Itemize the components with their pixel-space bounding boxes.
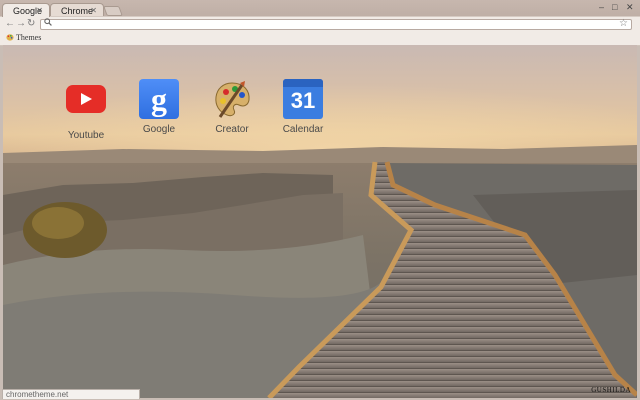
bookmarks-bar: Themes [0, 32, 640, 46]
omnibox[interactable]: ☆ [40, 18, 632, 30]
search-icon [44, 18, 52, 28]
bookmark-label: Themes [16, 33, 42, 42]
minimize-button[interactable]: – [599, 2, 604, 12]
palette-icon [212, 79, 252, 119]
tab-label: Chrome [61, 6, 94, 16]
maximize-button[interactable]: □ [612, 2, 617, 12]
close-window-button[interactable]: ✕ [626, 2, 634, 13]
app-label: Calendar [282, 124, 324, 135]
app-youtube[interactable]: Youtube [51, 79, 121, 141]
youtube-icon [66, 85, 106, 125]
close-icon[interactable]: ✕ [90, 6, 97, 15]
tab-chrome[interactable]: Chrome ✕ [50, 3, 104, 17]
app-calendar[interactable]: 31 Calendar [268, 79, 338, 135]
app-label: Google [142, 124, 176, 135]
tab-google[interactable]: Google ✕ [2, 3, 50, 17]
app-google[interactable]: g Google [124, 79, 194, 135]
reload-button[interactable]: ↻ [27, 18, 35, 29]
app-creator[interactable]: Creator [197, 79, 267, 135]
watermark: GUSHILDA [591, 386, 631, 394]
new-tab-page: Youtube g Google Creator 31 Calendar GUS… [3, 45, 637, 398]
address-input[interactable] [55, 20, 615, 29]
calendar-icon: 31 [283, 79, 323, 119]
close-icon[interactable]: ✕ [36, 6, 43, 15]
status-bubble: chrometheme.net [2, 389, 140, 399]
google-icon: g [139, 79, 179, 119]
new-tab-button[interactable] [103, 6, 123, 16]
star-icon[interactable]: ☆ [619, 18, 628, 29]
toolbar: ← → ↻ ☆ [0, 16, 640, 33]
app-label: Creator [215, 124, 249, 135]
forward-button[interactable]: → [16, 18, 26, 29]
tab-strip: Google ✕ Chrome ✕ – □ ✕ [0, 0, 640, 17]
themes-icon [6, 33, 14, 41]
app-label: Youtube [67, 130, 105, 141]
back-button[interactable]: ← [5, 18, 15, 29]
bookmark-themes[interactable]: Themes [6, 33, 41, 42]
